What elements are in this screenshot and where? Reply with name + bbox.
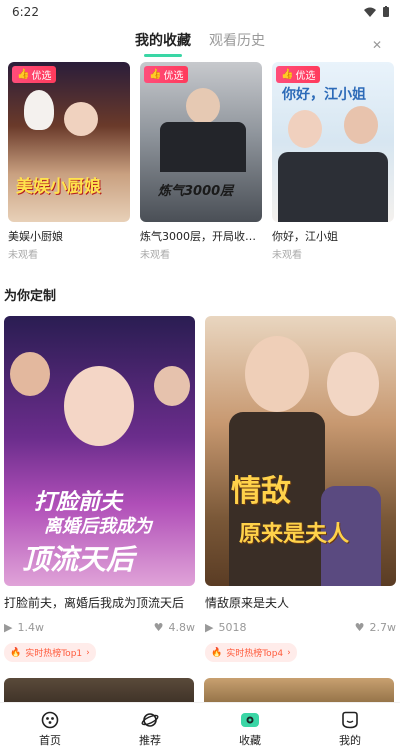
heart-icon: ♥ (354, 621, 365, 634)
planet-icon (141, 713, 159, 727)
nav-home[interactable]: 首页 (20, 711, 80, 748)
wifi-icon (364, 7, 376, 17)
nav-favorites[interactable]: 收藏 (220, 711, 280, 748)
poster-title-line-3: 顶流天后 (22, 543, 135, 576)
poster-title-line-2: 离婚后我成为 (44, 516, 152, 537)
hot-rank-badge[interactable]: 🔥 实时热榜Top4 › (205, 643, 297, 662)
face (64, 102, 98, 136)
figure (278, 152, 388, 222)
thumb-icon: 👍 (281, 69, 294, 80)
status-time: 6:22 (12, 5, 39, 19)
nav-profile[interactable]: 我的 (320, 711, 380, 748)
likes-stat: ♥ 4.8w (153, 621, 195, 634)
likes-stat: ♥ 2.7w (354, 621, 396, 634)
favorite-card[interactable]: 👍 优选 美娱小厨娘 美娱小厨娘 未观看 (8, 62, 130, 261)
fire-icon: 🔥 (10, 647, 22, 658)
poster-title-line-2: 原来是夫人 (239, 522, 350, 547)
play-icon: ▶ (4, 621, 13, 634)
badge-featured: 👍 优选 (276, 66, 321, 83)
recommend-title: 情敌原来是夫人 (205, 596, 290, 610)
tab-bar: 我的收藏 观看历史 ✕ (0, 26, 400, 56)
favorite-card[interactable]: 👍 优选 炼气3000层 炼气3000层，开局收女帝 未观看 (140, 62, 262, 261)
face (327, 352, 379, 416)
poster-image: 👍 优选 炼气3000层 (140, 62, 262, 222)
figure (160, 122, 246, 172)
poster-image: 打脸前夫 离婚后我成为 顶流天后 (4, 316, 195, 586)
poster-title: 炼气3000层 (158, 184, 234, 199)
tab-favorites[interactable]: 我的收藏 (135, 30, 191, 56)
favorite-status: 未观看 (272, 250, 302, 261)
tv-icon (241, 713, 259, 727)
face (344, 106, 378, 144)
thumb-icon: 👍 (149, 69, 162, 80)
recommend-title: 打脸前夫，离婚后我成为顶流天后 (4, 596, 185, 610)
play-icon: ▶ (205, 621, 214, 634)
chevron-right-icon: › (287, 647, 291, 658)
bottom-nav: 首页 推荐 收藏 我的 (0, 702, 400, 756)
face (186, 88, 220, 124)
tab-history[interactable]: 观看历史 (209, 30, 265, 56)
poster-image: 👍 优选 你好，江小姐 (272, 62, 394, 222)
favorite-title: 美娱小厨娘 (8, 230, 63, 243)
favorite-title: 你好，江小姐 (272, 230, 338, 243)
home-icon (41, 711, 59, 729)
face (288, 110, 322, 148)
hot-rank-badge[interactable]: 🔥 实时热榜Top1 › (4, 643, 96, 662)
poster-image: 👍 优选 美娱小厨娘 (8, 62, 130, 222)
chevron-right-icon: › (86, 647, 90, 658)
views-stat: ▶ 5018 (205, 621, 247, 634)
thumb-icon: 👍 (17, 69, 30, 80)
face (154, 366, 190, 406)
views-stat: ▶ 1.4w (4, 621, 44, 634)
recommend-card[interactable]: 打脸前夫 离婚后我成为 顶流天后 打脸前夫，离婚后我成为顶流天后 ▶ 1.4w ♥… (4, 316, 195, 662)
chef-hat (24, 90, 54, 130)
badge-featured: 👍 优选 (144, 66, 189, 83)
battery-icon (383, 6, 389, 17)
fire-icon: 🔥 (211, 647, 223, 658)
profile-icon (342, 711, 358, 729)
recommend-card[interactable]: 情敌 原来是夫人 情敌原来是夫人 ▶ 5018 ♥ 2.7w 🔥 实时热榜Top4 › (205, 316, 396, 662)
heart-icon: ♥ (153, 621, 164, 634)
nav-recommend[interactable]: 推荐 (120, 711, 180, 748)
stats-row: ▶ 5018 ♥ 2.7w (205, 621, 396, 634)
poster-image: 情敌 原来是夫人 (205, 316, 396, 586)
poster-title: 美娱小厨娘 (16, 177, 101, 197)
favorite-status: 未观看 (140, 250, 170, 261)
favorite-card[interactable]: 👍 优选 你好，江小姐 你好，江小姐 未观看 (272, 62, 394, 261)
close-icon[interactable]: ✕ (372, 38, 382, 52)
section-title: 为你定制 (4, 289, 57, 304)
badge-featured: 👍 优选 (12, 66, 57, 83)
face (64, 366, 134, 446)
favorite-status: 未观看 (8, 250, 38, 261)
status-icons (364, 6, 390, 18)
status-bar: 6:22 (0, 0, 400, 24)
recommend-grid: 打脸前夫 离婚后我成为 顶流天后 打脸前夫，离婚后我成为顶流天后 ▶ 1.4w ♥… (0, 316, 400, 662)
poster-title-line-1: 情敌 (231, 474, 291, 509)
face (10, 352, 50, 396)
favorites-row: 👍 优选 美娱小厨娘 美娱小厨娘 未观看 👍 优选 炼气3000层 炼气3000层，… (0, 62, 400, 261)
face (245, 336, 309, 412)
poster-title: 你好，江小姐 (282, 87, 366, 103)
favorite-title: 炼气3000层，开局收女帝 (140, 230, 262, 243)
stats-row: ▶ 1.4w ♥ 4.8w (4, 621, 195, 634)
